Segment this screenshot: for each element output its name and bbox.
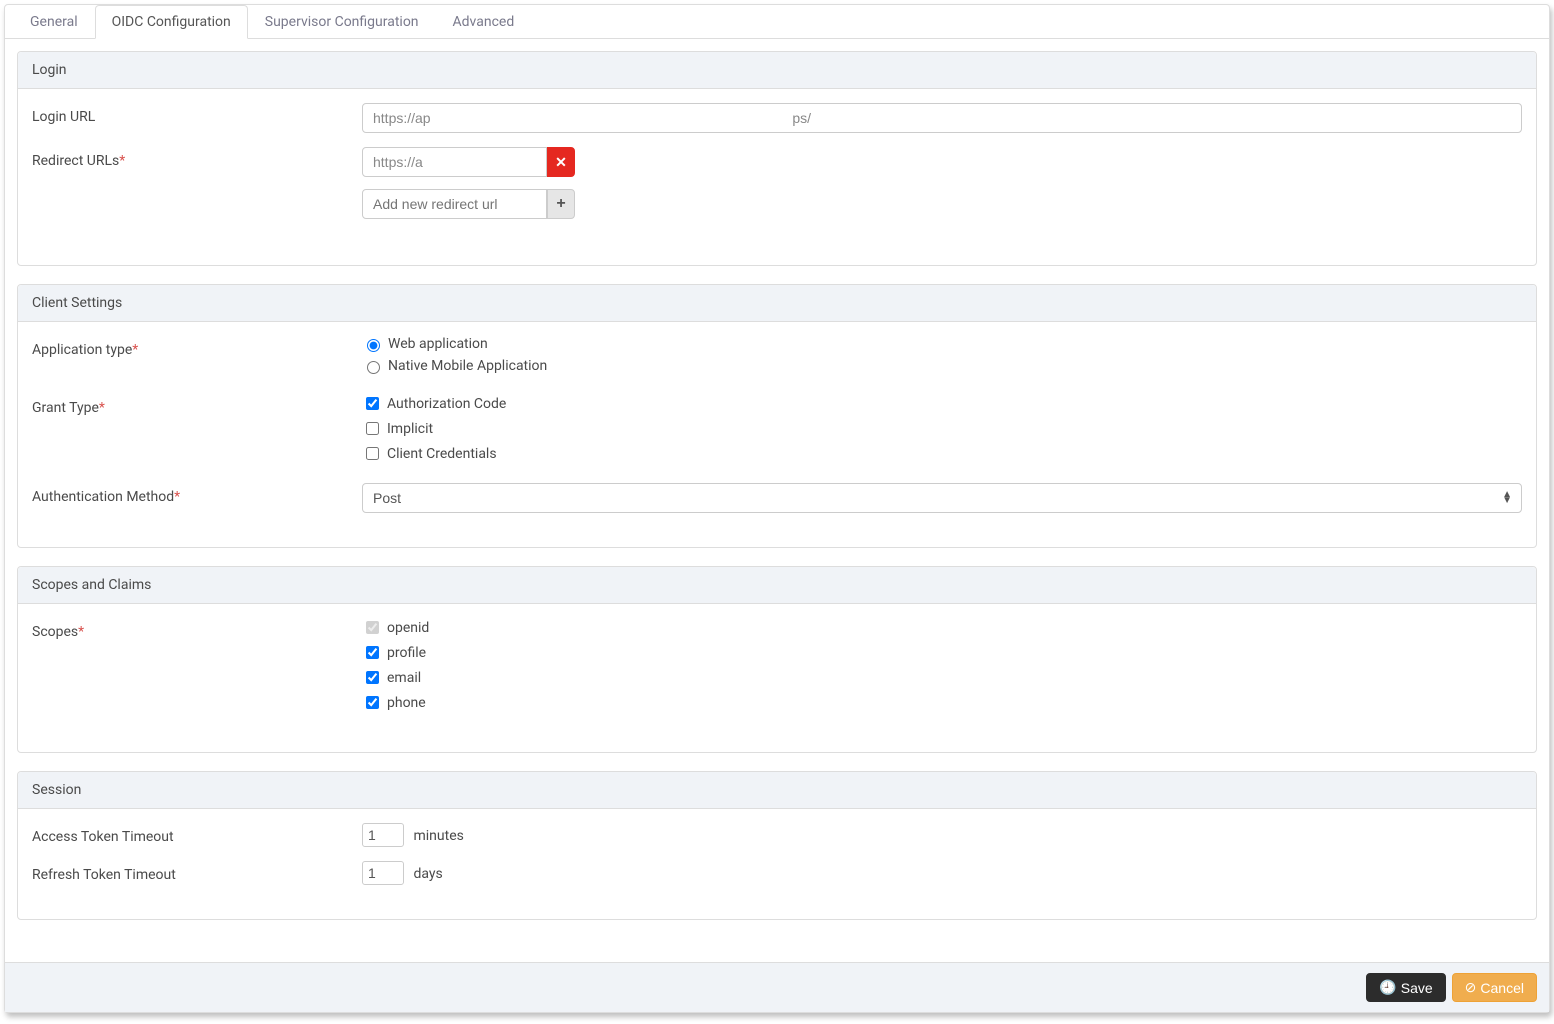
client-settings-panel: Client Settings Application type* Web ap… [17, 284, 1537, 548]
footer-bar: 🕘 Save ⊘ Cancel [5, 962, 1549, 1012]
clock-icon: 🕘 [1379, 979, 1396, 996]
grant-client-credentials-checkbox[interactable] [366, 447, 379, 460]
login-panel-header: Login [18, 52, 1536, 89]
add-redirect-url-input[interactable] [362, 189, 547, 219]
login-panel: Login Login URL Redirect URLs* [17, 51, 1537, 266]
remove-redirect-button[interactable]: ✕ [547, 147, 575, 177]
grant-authorization-checkbox[interactable] [366, 397, 379, 410]
scope-phone-checkbox[interactable] [366, 696, 379, 709]
refresh-token-timeout-unit: days [413, 866, 442, 882]
login-url-label: Login URL [32, 103, 362, 125]
application-type-label: Application type [32, 342, 132, 358]
redirect-url-input[interactable] [362, 147, 547, 177]
tab-bar: General OIDC Configuration Supervisor Co… [5, 5, 1549, 39]
cancel-button[interactable]: ⊘ Cancel [1452, 973, 1537, 1002]
scope-phone-label: phone [387, 695, 426, 711]
authentication-method-label: Authentication Method [32, 489, 174, 505]
access-token-timeout-unit: minutes [413, 828, 463, 844]
scope-profile-label: profile [387, 645, 426, 661]
grant-implicit-label: Implicit [387, 421, 433, 437]
client-settings-header: Client Settings [18, 285, 1536, 322]
required-marker: * [132, 342, 138, 358]
scopes-label: Scopes [32, 624, 78, 640]
authentication-method-select[interactable]: Post [362, 483, 1522, 513]
required-marker: * [119, 153, 125, 169]
scope-openid-checkbox [366, 621, 379, 634]
required-marker: * [174, 489, 180, 505]
grant-client-credentials-label: Client Credentials [387, 446, 497, 462]
scope-openid-label: openid [387, 620, 429, 636]
cancel-button-label: Cancel [1480, 980, 1524, 996]
scope-email-checkbox[interactable] [366, 671, 379, 684]
save-button-label: Save [1401, 980, 1433, 996]
scopes-panel: Scopes and Claims Scopes* openid profile [17, 566, 1537, 753]
refresh-token-timeout-label: Refresh Token Timeout [32, 861, 362, 883]
refresh-token-timeout-input[interactable] [362, 861, 404, 885]
close-icon: ✕ [555, 154, 567, 171]
grant-authorization-label: Authorization Code [387, 396, 506, 412]
app-type-native-radio[interactable] [367, 361, 380, 374]
scope-email-label: email [387, 670, 421, 686]
redirect-urls-label: Redirect URLs [32, 153, 119, 169]
app-type-web-radio[interactable] [367, 339, 380, 352]
app-type-native-label: Native Mobile Application [388, 358, 547, 374]
login-url-input[interactable] [362, 103, 1522, 133]
scope-profile-checkbox[interactable] [366, 646, 379, 659]
required-marker: * [78, 624, 84, 640]
required-marker: * [99, 400, 105, 416]
save-button[interactable]: 🕘 Save [1366, 973, 1445, 1002]
add-redirect-button[interactable]: + [547, 189, 575, 219]
tab-general[interactable]: General [13, 5, 95, 39]
tab-supervisor-configuration[interactable]: Supervisor Configuration [248, 5, 436, 39]
session-header: Session [18, 772, 1536, 809]
grant-type-label: Grant Type [32, 400, 99, 416]
tab-advanced[interactable]: Advanced [436, 5, 532, 39]
cancel-icon: ⊘ [1465, 979, 1477, 996]
grant-implicit-checkbox[interactable] [366, 422, 379, 435]
scopes-header: Scopes and Claims [18, 567, 1536, 604]
app-type-web-label: Web application [388, 336, 488, 352]
access-token-timeout-input[interactable] [362, 823, 404, 847]
plus-icon: + [556, 195, 565, 213]
tab-oidc-configuration[interactable]: OIDC Configuration [95, 5, 248, 39]
session-panel: Session Access Token Timeout minutes Ref… [17, 771, 1537, 920]
access-token-timeout-label: Access Token Timeout [32, 823, 362, 845]
